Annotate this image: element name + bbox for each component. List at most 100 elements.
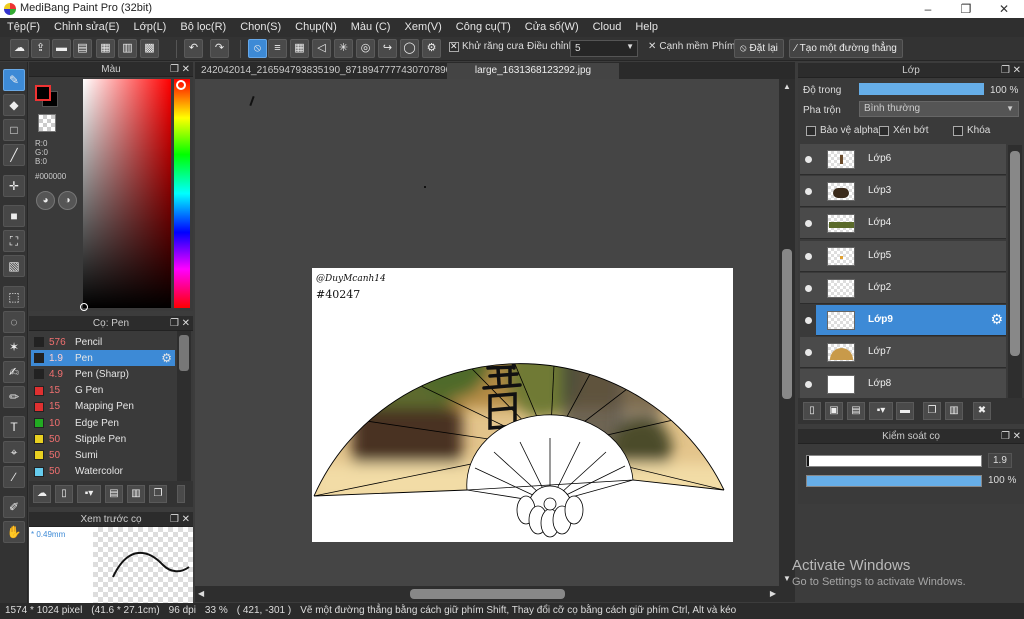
close-window-button[interactable]: ✕: [986, 0, 1022, 18]
hand-tool-icon[interactable]: ✋: [3, 521, 25, 543]
blur-tool-icon[interactable]: ╱: [3, 144, 25, 166]
add-brush-icon[interactable]: ▪▾: [77, 485, 101, 503]
snap-off-icon[interactable]: ⦸: [248, 39, 267, 58]
scroll-up-icon[interactable]: ▲: [783, 82, 791, 91]
protect-alpha-checkbox[interactable]: [806, 125, 816, 136]
brush-item[interactable]: 50 Sumi: [31, 447, 175, 463]
float-panel-icon[interactable]: ❐: [1001, 63, 1010, 78]
dot-tool-icon[interactable]: □: [3, 119, 25, 141]
delete-layer-icon[interactable]: ✖: [973, 402, 991, 420]
menu-snap[interactable]: Chụp(N): [288, 18, 344, 37]
color-wheel-icon[interactable]: ◑: [58, 191, 77, 210]
menu-color[interactable]: Màu (C): [344, 18, 398, 37]
divide-tool-icon[interactable]: ∕: [3, 466, 25, 488]
lock-toggle[interactable]: Khóa: [953, 125, 990, 136]
layer-item[interactable]: Lớp4: [800, 208, 1006, 240]
protect-alpha-toggle[interactable]: Bảo vệ alpha: [806, 125, 878, 136]
canvas-area[interactable]: @DuyMcanh14 #40247: [195, 79, 779, 586]
curve-snap-icon[interactable]: ↪: [378, 39, 397, 58]
duplicate-layer-icon[interactable]: ❐: [923, 402, 941, 420]
tiles-icon[interactable]: ▩: [140, 39, 159, 58]
straight-line-button[interactable]: ∕ Tạo một đường thẳng: [789, 39, 903, 58]
comment-icon[interactable]: ▬: [52, 39, 71, 58]
new-layer-icon[interactable]: ▯: [803, 402, 821, 420]
layer-scrollbar[interactable]: [1008, 145, 1022, 400]
close-icon[interactable]: ✕: [1013, 429, 1021, 444]
move-tool-icon[interactable]: ✛: [3, 175, 25, 197]
brush-tool-icon[interactable]: ✎: [3, 69, 25, 91]
menu-file[interactable]: Tệp(F): [0, 18, 47, 37]
new-1bit-layer-icon[interactable]: ▤: [847, 402, 865, 420]
vertical-scrollbar[interactable]: ▲ ▼: [779, 79, 795, 586]
cloud-brush-icon[interactable]: ☁: [33, 485, 51, 503]
close-icon[interactable]: ✕: [182, 512, 190, 527]
float-panel-icon[interactable]: ❐: [170, 316, 179, 331]
saturation-value-picker[interactable]: [80, 79, 171, 311]
folder-icon[interactable]: ▬: [896, 402, 914, 420]
eye-icon[interactable]: [805, 284, 812, 292]
undo-button[interactable]: ↶: [184, 39, 203, 58]
menu-edit[interactable]: Chỉnh sửa(E): [47, 18, 126, 37]
maximize-button[interactable]: ❐: [948, 0, 984, 18]
gear-icon[interactable]: ⚙: [990, 311, 1003, 328]
eye-icon[interactable]: [805, 156, 812, 163]
brush-opacity-slider[interactable]: [806, 475, 982, 487]
menu-select[interactable]: Chọn(S): [233, 18, 288, 37]
layer-opacity-slider[interactable]: [859, 83, 984, 95]
hue-slider[interactable]: [174, 79, 190, 308]
scroll-left-icon[interactable]: ◀: [198, 589, 204, 598]
menu-tools[interactable]: Công cụ(T): [449, 18, 518, 37]
eye-icon[interactable]: [805, 381, 812, 389]
fill-tool-icon[interactable]: ⛶: [3, 230, 25, 252]
lock-checkbox[interactable]: [953, 125, 963, 136]
menu-layer[interactable]: Lớp(L): [126, 18, 173, 37]
close-icon[interactable]: ✕: [182, 62, 190, 77]
radial-snap-icon[interactable]: ✳: [334, 39, 353, 58]
layer-item[interactable]: Lớp5: [800, 240, 1006, 272]
delete-brush-icon[interactable]: [177, 485, 185, 503]
layer-item[interactable]: Lớp7: [800, 337, 1006, 369]
tab-document-2[interactable]: large_1631368123292.jpg: [447, 63, 619, 79]
menu-view[interactable]: Xem(V): [397, 18, 448, 37]
clipping-toggle[interactable]: Xén bớt: [879, 125, 928, 136]
artboard[interactable]: @DuyMcanh14 #40247: [312, 268, 733, 542]
panel-icon[interactable]: ▤: [73, 39, 92, 58]
export-icon[interactable]: ⇪: [31, 39, 50, 58]
gear-icon[interactable]: ⚙: [161, 351, 172, 365]
select-eraser-icon[interactable]: ✏: [3, 386, 25, 408]
close-icon[interactable]: ✕: [1013, 63, 1021, 78]
eraser-tool-icon[interactable]: ◆: [3, 94, 25, 116]
layer-item[interactable]: Lớp2: [800, 272, 1006, 304]
reset-button[interactable]: ⦸ Đặt lại: [734, 39, 784, 58]
eye-icon[interactable]: [805, 252, 812, 260]
brush-item[interactable]: 1.9 Pen ⚙: [31, 350, 175, 367]
brush-item[interactable]: 15 Mapping Pen: [31, 399, 175, 415]
antialias-toggle[interactable]: Khử răng cưa: [449, 41, 524, 52]
tab-document-1[interactable]: 242042014_216594793835190_87189477774307…: [195, 63, 485, 79]
gradient-tool-icon[interactable]: ▧: [3, 255, 25, 277]
cloud-icon[interactable]: ☁: [10, 39, 29, 58]
new-brush-icon[interactable]: ▯: [55, 485, 73, 503]
horizontal-scrollbar[interactable]: ◀ ▶: [195, 586, 795, 602]
brush-size-value[interactable]: 1.9: [988, 453, 1012, 468]
ellipse-snap-icon[interactable]: ◯: [400, 39, 419, 58]
brush-item[interactable]: 4.9 Pen (Sharp): [31, 366, 175, 382]
operation-tool-icon[interactable]: ⌖: [3, 441, 25, 463]
redo-button[interactable]: ↷: [210, 39, 229, 58]
brush-item[interactable]: 50 Stipple Pen: [31, 431, 175, 447]
select-pen-icon[interactable]: ✍: [3, 361, 25, 383]
vanishing-snap-icon[interactable]: ◁: [312, 39, 331, 58]
blend-mode-select[interactable]: Bình thường ▼: [859, 101, 1019, 117]
brush-item[interactable]: 15 G Pen: [31, 383, 175, 399]
settings-snap-icon[interactable]: ⚙: [422, 39, 441, 58]
menu-window[interactable]: Cửa số(W): [518, 18, 586, 37]
scroll-thumb[interactable]: [179, 335, 189, 371]
correction-select[interactable]: 5 ▼: [570, 40, 638, 57]
new-halftone-layer-icon[interactable]: ▣: [825, 402, 843, 420]
menu-filter[interactable]: Bộ lọc(R): [173, 18, 233, 37]
vertical-scroll-thumb[interactable]: [782, 249, 792, 399]
layer-scroll-thumb[interactable]: [1010, 151, 1020, 356]
text-tool-icon[interactable]: T: [3, 416, 25, 438]
lasso-select-icon[interactable]: ◌: [3, 311, 25, 333]
merge-layer-icon[interactable]: ▥: [945, 402, 963, 420]
